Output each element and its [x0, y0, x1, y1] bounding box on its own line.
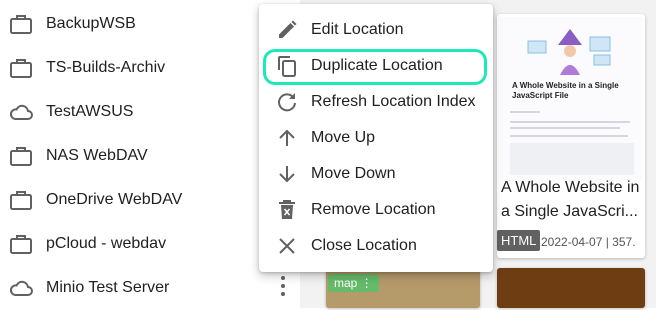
location-item-minio-test-server[interactable]: Minio Test Server: [0, 266, 300, 310]
menu-item-label: Close Location: [311, 237, 417, 254]
cloud-icon: [9, 280, 33, 296]
menu-item-close-location[interactable]: Close Location: [259, 228, 493, 264]
pencil-icon: [279, 20, 297, 38]
text-line: [510, 121, 630, 123]
menu-item-label: Edit Location: [311, 21, 404, 38]
briefcase-icon: [10, 191, 32, 210]
file-card-map[interactable]: map ⋮: [326, 268, 480, 308]
location-item-backupwsb[interactable]: BackupWSB: [0, 2, 300, 46]
file-meta: 2022-04-07 | 357.: [541, 235, 636, 249]
file-type-badge[interactable]: map ⋮: [328, 274, 379, 292]
briefcase-icon: [10, 147, 32, 166]
location-label: TestAWSUS: [46, 103, 134, 120]
menu-item-move-down[interactable]: Move Down: [259, 156, 493, 192]
menu-item-refresh-location-index[interactable]: Refresh Location Index: [259, 84, 493, 120]
arrow-down-icon: [279, 166, 295, 183]
location-context-menu: Edit Location Duplicate Location Refresh…: [259, 4, 493, 272]
thumbnail-title: A Whole Website in a Single JavaScript F…: [512, 81, 619, 100]
copy-icon: [278, 56, 296, 77]
file-card[interactable]: A Whole Website in a Single JavaScript F…: [497, 14, 645, 258]
menu-item-edit-location[interactable]: Edit Location: [259, 12, 493, 48]
menu-item-label: Duplicate Location: [311, 57, 443, 74]
file-thumbnail: A Whole Website in a Single JavaScript F…: [500, 17, 642, 181]
text-line: [510, 135, 628, 137]
close-icon: [279, 238, 295, 254]
location-item-nas-webdav[interactable]: NAS WebDAV: [0, 134, 300, 178]
location-item-testawsus[interactable]: TestAWSUS: [0, 90, 300, 134]
more-vert-icon[interactable]: [276, 272, 290, 302]
cloud-icon: [9, 104, 33, 120]
map-badge-label: map: [334, 276, 358, 290]
location-label: OneDrive WebDAV: [46, 191, 183, 208]
menu-item-remove-location[interactable]: Remove Location: [259, 192, 493, 228]
menu-item-label: Refresh Location Index: [311, 93, 476, 110]
code-block: [510, 143, 634, 175]
location-label: pCloud - webdav: [46, 235, 167, 252]
illustration-icon: [527, 29, 611, 75]
menu-item-move-up[interactable]: Move Up: [259, 120, 493, 156]
briefcase-icon: [10, 235, 32, 254]
file-type-badge[interactable]: HTML: [497, 230, 541, 251]
location-item-ts-builds-archiv[interactable]: TS-Builds-Archiv: [0, 46, 300, 90]
menu-item-label: Move Down: [311, 165, 396, 182]
refresh-icon: [278, 93, 296, 112]
arrow-up-icon: [279, 129, 295, 146]
location-label: BackupWSB: [46, 15, 136, 32]
briefcase-icon: [10, 59, 32, 78]
locations-sidebar: BackupWSB TS-Builds-Archiv TestAWSUS NAS…: [0, 0, 300, 308]
menu-item-label: Remove Location: [311, 201, 436, 218]
text-line: [510, 111, 540, 113]
file-title: A Whole Website in a Single JavaScri...: [501, 179, 640, 220]
location-item-onedrive-webdav[interactable]: OneDrive WebDAV: [0, 178, 300, 222]
briefcase-icon: [10, 15, 32, 34]
location-label: TS-Builds-Archiv: [46, 59, 166, 76]
file-card[interactable]: [497, 268, 645, 308]
location-item-pcloud-webdav[interactable]: pCloud - webdav: [0, 222, 300, 266]
location-label: Minio Test Server: [46, 279, 170, 296]
location-label: NAS WebDAV: [46, 147, 148, 164]
menu-item-duplicate-location[interactable]: Duplicate Location: [259, 48, 493, 84]
menu-item-label: Move Up: [311, 129, 376, 146]
trash-icon: [279, 200, 295, 219]
text-line: [510, 127, 620, 129]
